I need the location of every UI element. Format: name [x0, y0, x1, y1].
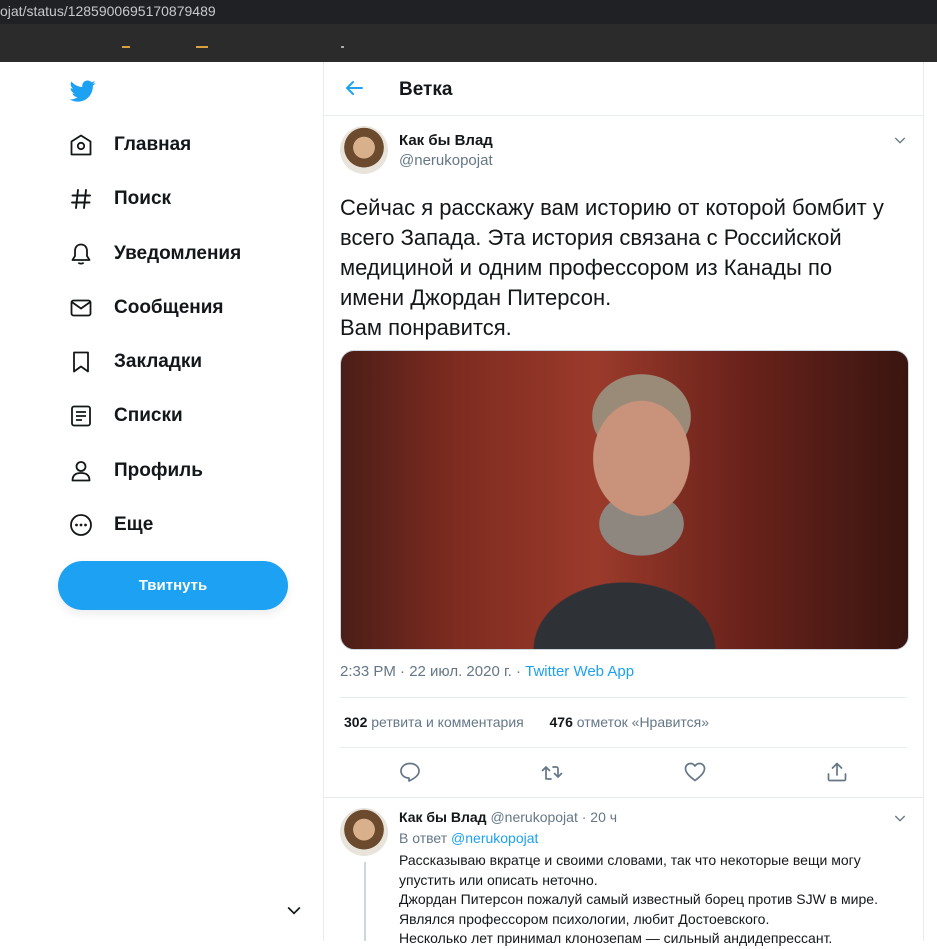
- thread-column: Ветка Как бы Влад @nerukopojat Сейчас я …: [323, 62, 924, 946]
- divider: [324, 797, 923, 798]
- avatar[interactable]: [340, 126, 388, 174]
- nav-item-lists[interactable]: Списки: [58, 396, 183, 436]
- retweet-icon[interactable]: [540, 760, 564, 784]
- tweet-source-link[interactable]: Twitter Web App: [525, 663, 634, 680]
- tweet-paragraph: Вам понравится.: [340, 315, 512, 340]
- tweet-meta: 2:33 PM · 22 июл. 2020 г. · Twitter Web …: [340, 663, 634, 680]
- envelope-icon: [68, 295, 94, 321]
- likes-count: 476: [549, 714, 573, 730]
- nav-label: Списки: [114, 405, 183, 426]
- list-icon: [68, 403, 94, 429]
- reply-to-handle[interactable]: @nerukopojat: [451, 830, 538, 846]
- nav-label: Профиль: [114, 460, 203, 481]
- reply-to-prefix: В ответ: [399, 830, 452, 846]
- nav-label: Уведомления: [114, 243, 242, 264]
- thread-header: Ветка: [324, 62, 923, 116]
- nav-label: Поиск: [114, 188, 172, 209]
- tweet-timestamp[interactable]: 2:33 PM · 22 июл. 2020 г. ·: [340, 663, 525, 680]
- nav-item-bookmarks[interactable]: Закладки: [58, 342, 202, 382]
- reply-icon[interactable]: [398, 760, 422, 784]
- page-title: Ветка: [399, 79, 453, 100]
- twitter-logo-icon[interactable]: [68, 78, 98, 104]
- back-arrow-icon[interactable]: [342, 76, 366, 100]
- hashtag-icon: [68, 186, 94, 212]
- toolbar-mark: [122, 46, 130, 48]
- reply-header: Как бы Влад @nerukopojat · 20 ч: [399, 809, 617, 825]
- nav-label: Главная: [114, 134, 192, 155]
- browser-toolbar: [0, 24, 937, 62]
- toolbar-mark: [196, 46, 208, 48]
- reply-paragraph: Джордан Питерсон пожалуй самый известный…: [399, 891, 878, 927]
- nav-item-home[interactable]: Главная: [58, 125, 191, 165]
- home-icon: [68, 132, 94, 158]
- chevron-down-icon[interactable]: [284, 900, 304, 920]
- retweets-stat[interactable]: 302 ретвита и комментария: [344, 714, 524, 730]
- avatar[interactable]: [340, 808, 388, 856]
- more-circle-icon: [68, 512, 94, 538]
- toolbar-mark: [341, 46, 344, 48]
- bell-icon: [68, 241, 94, 267]
- nav-item-messages[interactable]: Сообщения: [58, 288, 224, 328]
- nav-label: Сообщения: [114, 297, 224, 318]
- nav-item-notifications[interactable]: Уведомления: [58, 234, 241, 274]
- divider: [340, 697, 907, 698]
- divider: [340, 747, 907, 748]
- reply-handle-time[interactable]: @nerukopojat · 20 ч: [490, 809, 617, 825]
- bookmark-icon: [68, 349, 94, 375]
- likes-stat[interactable]: 476 отметок «Нравится»: [550, 714, 710, 730]
- reply-paragraph: Несколько лет принимал клонозепам — силь…: [399, 930, 833, 946]
- reply-to-line: В ответ @nerukopojat: [399, 830, 538, 846]
- nav-label: Закладки: [114, 351, 203, 372]
- author-name[interactable]: Как бы Влад: [399, 132, 493, 149]
- chevron-down-icon[interactable]: [892, 810, 908, 826]
- retweets-count: 302: [344, 714, 368, 730]
- likes-label: отметок «Нравится»: [572, 714, 710, 730]
- reply-text: Рассказываю вкратце и своими словами, та…: [399, 851, 899, 949]
- reply-paragraph: Рассказываю вкратце и своими словами, та…: [399, 852, 861, 888]
- person-icon: [68, 458, 94, 484]
- url-text: ojat/status/1285900695170879489: [0, 3, 216, 19]
- chevron-down-icon[interactable]: [892, 132, 908, 148]
- author-handle[interactable]: @nerukopojat: [399, 152, 493, 169]
- share-icon[interactable]: [825, 760, 849, 784]
- tweet-actions: [324, 760, 923, 784]
- sidebar-nav: Главная Поиск Уведомления Сообщения Закл…: [0, 62, 323, 941]
- heart-icon[interactable]: [683, 760, 707, 784]
- tweet-button[interactable]: Твитнуть: [58, 561, 288, 610]
- nav-item-profile[interactable]: Профиль: [58, 451, 203, 491]
- nav-item-more[interactable]: Еще: [58, 505, 153, 545]
- nav-label: Еще: [114, 514, 154, 535]
- tweet-text: Сейчас я расскажу вам историю от которой…: [340, 193, 900, 343]
- reply-author-name[interactable]: Как бы Влад: [399, 809, 487, 825]
- address-bar[interactable]: ojat/status/1285900695170879489: [0, 0, 937, 24]
- nav-item-explore[interactable]: Поиск: [58, 179, 171, 219]
- thread-connector: [364, 862, 366, 941]
- tweet-paragraph: Сейчас я расскажу вам историю от которой…: [340, 195, 884, 310]
- tweet-photo[interactable]: [340, 350, 909, 650]
- retweets-label: ретвита и комментария: [367, 714, 524, 730]
- tweet-stats: 302 ретвита и комментария 476 отметок «Н…: [344, 714, 709, 730]
